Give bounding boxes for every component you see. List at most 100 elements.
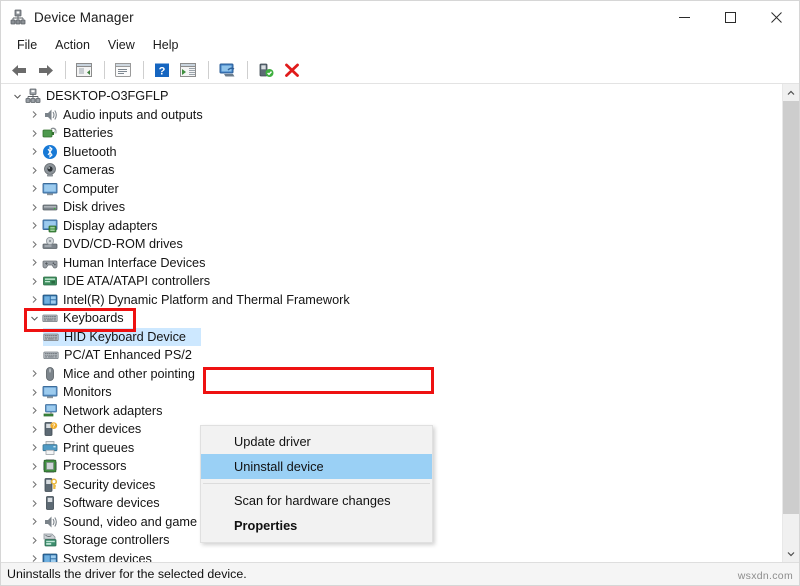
close-button[interactable] (753, 1, 799, 33)
title-bar: Device Manager (1, 1, 799, 33)
tree-node-label: Cameras (63, 163, 118, 177)
tree-node-dvd-cd-rom-drives[interactable]: DVD/CD-ROM drives (1, 235, 782, 254)
tree-node-system-devices[interactable]: System devices (1, 550, 782, 563)
tree-node-network-adapters[interactable]: Network adapters (1, 402, 782, 421)
chevron-right-icon[interactable] (26, 388, 42, 397)
chevron-right-icon[interactable] (26, 277, 42, 286)
keyboard-icon (43, 329, 59, 345)
menu-action[interactable]: Action (46, 35, 99, 56)
tree-node-label: Display adapters (63, 219, 162, 233)
tree-node-label: Processors (63, 459, 130, 473)
enable-device-icon[interactable] (254, 59, 278, 81)
chevron-right-icon[interactable] (26, 462, 42, 471)
device-tree-pane: DESKTOP-O3FGFLP Audio inputs and outputs (1, 84, 799, 562)
tree-node-ide-ata-atapi-controllers[interactable]: IDE ATA/ATAPI controllers (1, 272, 782, 291)
chevron-right-icon[interactable] (26, 443, 42, 452)
tree-node-label: Bluetooth (63, 145, 121, 159)
toolbar-separator-5 (247, 61, 248, 79)
battery-icon (42, 125, 58, 141)
keyboard-icon (42, 310, 58, 326)
mouse-icon (42, 366, 58, 382)
maximize-button[interactable] (707, 1, 753, 33)
chevron-right-icon[interactable] (26, 499, 42, 508)
update-driver-icon[interactable] (176, 59, 200, 81)
tree-node-hid-keyboard-device[interactable]: HID Keyboard Device (1, 328, 782, 347)
tree-node-bluetooth[interactable]: Bluetooth (1, 143, 782, 162)
minimize-button[interactable] (661, 1, 707, 33)
tree-node-computer[interactable]: Computer (1, 180, 782, 199)
toolbar: ? (1, 57, 799, 84)
chevron-right-icon[interactable] (26, 240, 42, 249)
menu-help[interactable]: Help (144, 35, 188, 56)
tree-node-label: System devices (63, 552, 156, 562)
security-device-icon (42, 477, 58, 493)
ctx-scan-hardware-changes[interactable]: Scan for hardware changes (201, 488, 432, 513)
tree-node-label: HID Keyboard Device (64, 330, 190, 344)
svg-text:?: ? (52, 424, 55, 430)
chevron-right-icon[interactable] (26, 295, 42, 304)
chevron-right-icon[interactable] (26, 369, 42, 378)
network-adapter-icon (42, 403, 58, 419)
chevron-right-icon[interactable] (26, 480, 42, 489)
scan-hardware-changes-icon[interactable] (215, 59, 239, 81)
scroll-down-button[interactable] (783, 545, 799, 562)
ctx-item-label: Scan for hardware changes (234, 493, 391, 508)
chevron-right-icon[interactable] (26, 536, 42, 545)
chevron-right-icon[interactable] (26, 147, 42, 156)
forward-arrow-icon[interactable] (33, 59, 57, 81)
window-controls (661, 1, 799, 33)
chevron-right-icon[interactable] (26, 129, 42, 138)
tree-node-display-adapters[interactable]: Display adapters (1, 217, 782, 236)
tree-node-batteries[interactable]: Batteries (1, 124, 782, 143)
chevron-right-icon[interactable] (26, 258, 42, 267)
bluetooth-icon (42, 144, 58, 160)
tree-node-desktop[interactable]: DESKTOP-O3FGFLP (1, 87, 782, 106)
tree-node-label: Software devices (63, 496, 164, 510)
properties-icon[interactable] (111, 59, 135, 81)
disk-drive-icon (42, 199, 58, 215)
printer-icon (42, 440, 58, 456)
chevron-right-icon[interactable] (26, 184, 42, 193)
chevron-right-icon[interactable] (26, 406, 42, 415)
tree-node-disk-drives[interactable]: Disk drives (1, 198, 782, 217)
hid-icon (42, 255, 58, 271)
tree-node-pc-at-enhanced-ps2[interactable]: PC/AT Enhanced PS/2 (1, 346, 782, 365)
uninstall-device-icon[interactable] (280, 59, 304, 81)
menu-file[interactable]: File (8, 35, 46, 56)
toolbar-separator-2 (104, 61, 105, 79)
chevron-right-icon[interactable] (26, 554, 42, 562)
vertical-scrollbar[interactable] (782, 84, 799, 562)
tree-node-label: Batteries (63, 126, 117, 140)
tree-node-label: Human Interface Devices (63, 256, 209, 270)
processor-icon (42, 458, 58, 474)
tree-node-human-interface-devices[interactable]: Human Interface Devices (1, 254, 782, 273)
tree-node-label: Print queues (63, 441, 138, 455)
tree-node-intel-dynamic-platform-and-thermal-framework[interactable]: Intel(R) Dynamic Platform and Thermal Fr… (1, 291, 782, 310)
tree-node-mice-and-other-pointing[interactable]: Mice and other pointing (1, 365, 782, 384)
chevron-down-icon[interactable] (9, 92, 25, 101)
tree-node-monitors[interactable]: Monitors (1, 383, 782, 402)
scroll-up-button[interactable] (783, 84, 799, 101)
status-text: Uninstalls the driver for the selected d… (7, 567, 247, 581)
tree-node-cameras[interactable]: Cameras (1, 161, 782, 180)
show-hide-console-tree-icon[interactable] (72, 59, 96, 81)
tree-node-audio-inputs-and-outputs[interactable]: Audio inputs and outputs (1, 106, 782, 125)
ctx-uninstall-device[interactable]: Uninstall device (201, 454, 432, 479)
menu-view[interactable]: View (99, 35, 144, 56)
chevron-right-icon[interactable] (26, 203, 42, 212)
help-icon[interactable]: ? (150, 59, 174, 81)
chevron-right-icon[interactable] (26, 110, 42, 119)
scrollbar-thumb[interactable] (783, 101, 799, 514)
ctx-properties[interactable]: Properties (201, 513, 432, 538)
chevron-down-icon[interactable] (26, 314, 42, 323)
svg-text:?: ? (159, 65, 166, 77)
chevron-right-icon[interactable] (26, 221, 42, 230)
speaker-icon (42, 514, 58, 530)
chevron-right-icon[interactable] (26, 517, 42, 526)
tree-node-keyboards[interactable]: Keyboards (1, 309, 782, 328)
ctx-update-driver[interactable]: Update driver (201, 429, 432, 454)
chevron-right-icon[interactable] (26, 166, 42, 175)
back-arrow-icon[interactable] (7, 59, 31, 81)
device-manager-icon (10, 9, 26, 25)
chevron-right-icon[interactable] (26, 425, 42, 434)
